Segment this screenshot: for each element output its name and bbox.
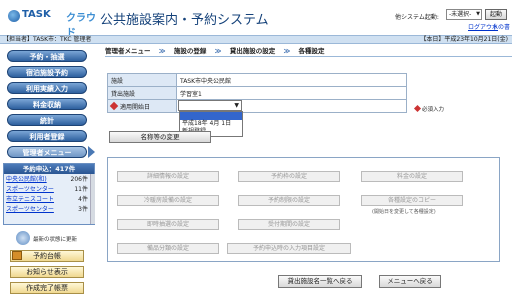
equipment-category-settings-button[interactable]: 備品分類の設定 xyxy=(117,243,219,254)
logo-primary: TASK xyxy=(22,9,51,20)
detail-info-settings-button[interactable]: 詳細情報の設定 xyxy=(117,171,219,182)
nav-statistics[interactable]: 統計 xyxy=(7,114,87,126)
panel-title: 予約申込：417件 xyxy=(4,164,94,174)
completed-reports-button[interactable]: 作成完了帳票 xyxy=(10,282,84,294)
back-to-facility-list-button[interactable]: 貸出施設名一覧へ戻る xyxy=(278,275,362,288)
refresh-icon[interactable] xyxy=(16,231,30,245)
breadcrumb-item[interactable]: 貸出施設の設定 xyxy=(230,47,276,55)
list-item[interactable]: スポーツセンター 11件 xyxy=(6,185,90,194)
breadcrumb: 管理者メニュー ≫ 施設の登録 ≫ 貸出施設の設定 ≫ 各種設定 xyxy=(105,45,331,55)
other-system-label: 他システム起動: xyxy=(395,14,439,21)
divider xyxy=(105,56,512,57)
nav-fee-collection[interactable]: 料金収納 xyxy=(7,98,87,110)
chevron-down-icon: ▼ xyxy=(234,102,239,109)
application-fields-settings-button[interactable]: 予約申込時の入力項目設定 xyxy=(227,243,351,254)
today-info: 【本日】平成23年10月21日(金) xyxy=(420,36,508,43)
facility-form: 施設 TASK市中央公民館 貸出施設 学習室1 適用開始日 xyxy=(107,73,407,113)
rename-button[interactable]: 名称等の変更 xyxy=(109,131,211,143)
launch-button[interactable]: 起動 xyxy=(485,9,507,20)
breadcrumb-item[interactable]: 管理者メニュー xyxy=(105,47,151,55)
air-conditioning-settings-button[interactable]: 冷暖房設備の設定 xyxy=(117,195,219,206)
reservation-slot-settings-button[interactable]: 予約枠の設定 xyxy=(238,171,340,182)
pencil-icon xyxy=(109,101,119,110)
list-item[interactable]: スポーツセンター 3件 xyxy=(6,205,90,214)
breadcrumb-item: 各種設定 xyxy=(298,47,325,55)
form-row: 適用開始日 xyxy=(107,99,407,113)
pencil-icon xyxy=(413,104,422,113)
logo-mark-icon xyxy=(8,10,20,22)
reservation-panel: 予約申込：417件 中央公民館(和) 206件 スポーツセンター 11件 市立テ… xyxy=(3,163,95,225)
rental-facility-value: 学習室1 xyxy=(176,86,407,100)
nav-lodging-reservation[interactable]: 宿泊施設予約 xyxy=(7,66,87,78)
start-date-option[interactable]: 平成18年 4月 1日 xyxy=(180,120,242,128)
start-date-label-cell: 適用開始日 xyxy=(107,99,177,113)
panel-list: 中央公民館(和) 206件 スポーツセンター 11件 市立テニスコート 4件 ス… xyxy=(4,174,90,224)
operator-info: 【担当者】TASK市：TKC 管理者 xyxy=(3,36,92,43)
other-system-select[interactable]: -未選択- ▼ xyxy=(446,9,482,20)
list-item[interactable]: 中央公民館(和) 206件 xyxy=(6,175,90,184)
required-label: 必須入力 xyxy=(422,107,445,113)
breadcrumb-separator: ≫ xyxy=(214,47,222,55)
start-date-select[interactable]: ▼ xyxy=(178,100,242,111)
nav-reservation-lottery[interactable]: 予約・抽選 xyxy=(7,50,87,62)
start-date-option[interactable] xyxy=(180,112,242,120)
notices-button[interactable]: お知らせ表示 xyxy=(10,266,84,278)
instant-lottery-settings-button[interactable]: 即時抽選の設定 xyxy=(117,219,219,230)
start-date-label: 適用開始日 xyxy=(120,103,151,111)
logo: TASK クラウド xyxy=(8,8,96,39)
list-item[interactable]: 市立テニスコート 4件 xyxy=(6,195,90,204)
reservation-limit-settings-button[interactable]: 予約制限の設定 xyxy=(238,195,340,206)
panel-scrollbar[interactable] xyxy=(90,174,95,224)
copy-settings-note: (開始日を変更して各種設定) xyxy=(372,209,436,215)
info-bar: 【担当者】TASK市：TKC 管理者 【本日】平成23年10月21日(金) xyxy=(0,35,512,44)
chevron-down-icon: ▼ xyxy=(476,11,480,17)
active-arrow-icon xyxy=(88,146,95,158)
nav-admin-menu[interactable]: 管理者メニュー xyxy=(7,146,87,158)
fee-settings-button[interactable]: 料金の設定 xyxy=(361,171,463,182)
facility-value: TASK市中央公民館 xyxy=(176,73,407,87)
copy-settings-button[interactable]: 各種設定のコピー xyxy=(361,195,463,206)
nav-user-registration[interactable]: 利用者登録 xyxy=(7,130,87,142)
reception-period-settings-button[interactable]: 受付期間の設定 xyxy=(238,219,340,230)
app-header: TASK クラウド 公共施設案内・予約システム 他システム起動: -未選択- ▼… xyxy=(0,0,512,39)
user-link[interactable]: 水の書 xyxy=(492,22,510,31)
refresh-label[interactable]: 最新の状態に更新 xyxy=(33,235,77,243)
breadcrumb-separator: ≫ xyxy=(283,47,291,55)
required-legend: 必須入力 xyxy=(413,104,445,113)
form-row: 貸出施設 学習室1 xyxy=(107,86,407,100)
back-to-menu-button[interactable]: メニューへ戻る xyxy=(379,275,441,288)
other-system-value: -未選択- xyxy=(449,11,472,18)
book-icon xyxy=(12,251,22,260)
rental-facility-label: 貸出施設 xyxy=(107,86,177,100)
facility-label: 施設 xyxy=(107,73,177,87)
nav-usage-entry[interactable]: 利用実績入力 xyxy=(7,82,87,94)
breadcrumb-separator: ≫ xyxy=(158,47,166,55)
form-row: 施設 TASK市中央公民館 xyxy=(107,73,407,87)
app-title: 公共施設案内・予約システム xyxy=(100,13,269,28)
breadcrumb-item[interactable]: 施設の登録 xyxy=(174,47,207,55)
